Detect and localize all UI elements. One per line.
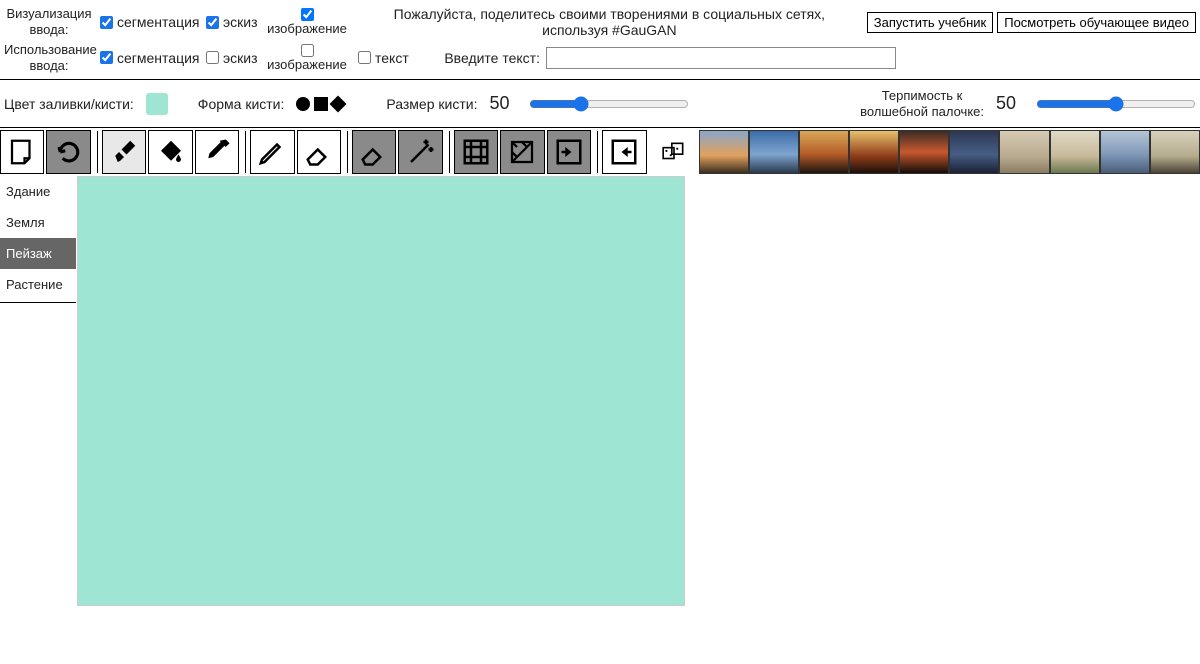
pencil-tool[interactable] — [250, 130, 294, 174]
randomize-button[interactable] — [661, 139, 687, 165]
share-message: Пожалуйста, поделитесь своими творениями… — [358, 6, 861, 38]
fill-color-swatch[interactable] — [146, 93, 168, 115]
vis-image-checkbox[interactable] — [301, 8, 314, 21]
eyedropper-icon — [202, 137, 232, 167]
sidebar-item-2[interactable]: Пейзаж — [0, 238, 76, 269]
import-icon — [554, 137, 584, 167]
visualization-label: Визуализация ввода: — [4, 6, 94, 37]
vis-sketch-checkbox[interactable]: эскиз — [206, 14, 256, 30]
crop-icon — [461, 137, 491, 167]
launch-tutorial-button[interactable]: Запустить учебник — [867, 12, 993, 33]
use-sketch-label: эскиз — [223, 50, 258, 66]
brush-shape-square[interactable] — [314, 97, 328, 111]
style-thumbnail-6[interactable] — [999, 130, 1049, 174]
style-thumbnail-4[interactable] — [899, 130, 949, 174]
eraser-icon — [304, 137, 334, 167]
note-icon — [7, 137, 37, 167]
fill-tool[interactable] — [148, 130, 192, 174]
brush-size-slider[interactable] — [529, 96, 689, 112]
dice-icon — [661, 139, 687, 165]
export-tool[interactable] — [602, 130, 646, 174]
eraser2-icon — [359, 137, 389, 167]
crop-tool[interactable] — [454, 130, 498, 174]
use-text-checkbox[interactable]: текст — [358, 50, 418, 66]
text-prompt-input[interactable] — [546, 47, 896, 69]
sidebar-item-0[interactable]: Здание — [0, 176, 76, 207]
use-sketch-checkbox[interactable]: эскиз — [206, 50, 256, 66]
vis-image-label: изображение — [267, 21, 347, 36]
style-thumbnail-7[interactable] — [1050, 130, 1100, 174]
brush-size-value: 50 — [489, 93, 519, 114]
usage-label: Использование ввода: — [4, 42, 94, 73]
enter-text-label: Введите текст: — [444, 50, 540, 66]
brush-tool[interactable] — [102, 130, 146, 174]
style-thumbnail-3[interactable] — [849, 130, 899, 174]
undo-tool[interactable] — [46, 130, 90, 174]
style-thumbnail-8[interactable] — [1100, 130, 1150, 174]
drawing-canvas[interactable] — [77, 176, 685, 606]
palette-tool[interactable] — [500, 130, 544, 174]
magic-wand-tool[interactable] — [398, 130, 442, 174]
sidebar-item-3[interactable]: Растение — [0, 269, 76, 300]
wand-tolerance-value: 50 — [996, 93, 1026, 114]
style-thumbnail-2[interactable] — [799, 130, 849, 174]
use-seg-label: сегментация — [117, 50, 200, 66]
style-thumbnail-0[interactable] — [699, 130, 749, 174]
export-icon — [609, 137, 639, 167]
use-seg-checkbox[interactable]: сегментация — [100, 50, 200, 66]
brush-shape-diamond[interactable] — [330, 95, 347, 112]
palette-icon — [507, 137, 537, 167]
brush-icon — [109, 137, 139, 167]
import-tool[interactable] — [547, 130, 591, 174]
brush-shape-circle[interactable] — [296, 97, 310, 111]
use-image-checkbox[interactable] — [301, 44, 314, 57]
magic-wand-icon — [406, 137, 436, 167]
pencil-icon — [257, 137, 287, 167]
eraser-tool[interactable] — [297, 130, 341, 174]
sidebar-item-1[interactable]: Земля — [0, 207, 76, 238]
eyedropper-tool[interactable] — [195, 130, 239, 174]
undo-icon — [54, 137, 84, 167]
brush-shape-label: Форма кисти: — [198, 96, 285, 112]
vis-seg-checkbox[interactable]: сегментация — [100, 14, 200, 30]
vis-sketch-label: эскиз — [223, 14, 258, 30]
fill-icon — [156, 137, 186, 167]
brush-size-label: Размер кисти: — [386, 96, 477, 112]
watch-video-button[interactable]: Посмотреть обучающее видео — [997, 12, 1196, 33]
style-thumbnail-9[interactable] — [1150, 130, 1200, 174]
wand-tolerance-label: Терпимость к волшебной палочке: — [860, 88, 984, 119]
use-text-label: текст — [375, 50, 409, 66]
use-image-label: изображение — [267, 57, 347, 72]
wand-tolerance-slider[interactable] — [1036, 96, 1196, 112]
vis-seg-label: сегментация — [117, 14, 200, 30]
style-thumbnail-1[interactable] — [749, 130, 799, 174]
fill-color-label: Цвет заливки/кисти: — [4, 96, 134, 112]
eraser2-tool[interactable] — [352, 130, 396, 174]
style-thumbnail-5[interactable] — [949, 130, 999, 174]
note-tool[interactable] — [0, 130, 44, 174]
